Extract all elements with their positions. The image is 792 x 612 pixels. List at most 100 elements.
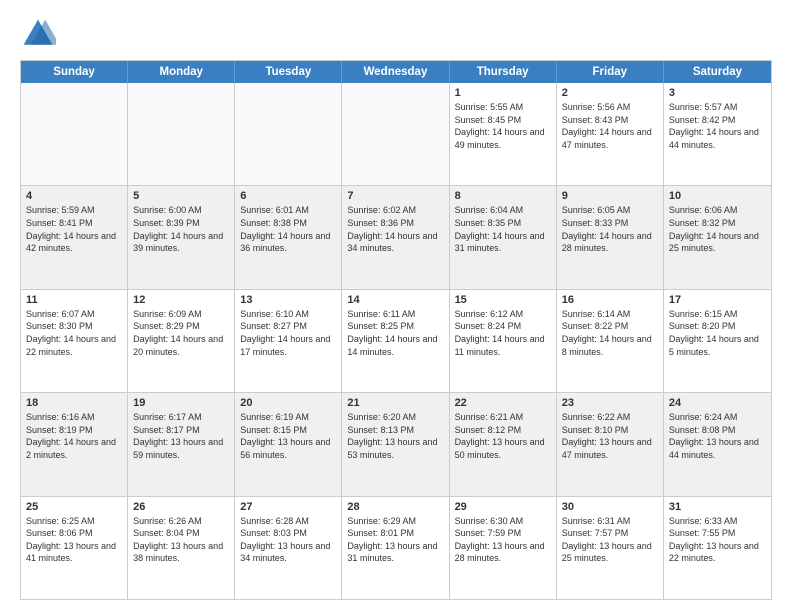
day-info: Sunrise: 6:02 AM Sunset: 8:36 PM Dayligh…: [347, 205, 437, 253]
calendar-cell: 18 Sunrise: 6:16 AM Sunset: 8:19 PM Dayli…: [21, 393, 128, 495]
header: [20, 16, 772, 52]
day-info: Sunrise: 6:25 AM Sunset: 8:06 PM Dayligh…: [26, 516, 116, 564]
day-number: 6: [240, 190, 336, 202]
day-number: 4: [26, 190, 122, 202]
calendar-cell: 7 Sunrise: 6:02 AM Sunset: 8:36 PM Daylig…: [342, 186, 449, 288]
calendar-cell: 13 Sunrise: 6:10 AM Sunset: 8:27 PM Dayli…: [235, 290, 342, 392]
day-info: Sunrise: 6:16 AM Sunset: 8:19 PM Dayligh…: [26, 412, 116, 460]
calendar-cell: 3 Sunrise: 5:57 AM Sunset: 8:42 PM Daylig…: [664, 83, 771, 185]
page: SundayMondayTuesdayWednesdayThursdayFrid…: [0, 0, 792, 612]
day-info: Sunrise: 6:00 AM Sunset: 8:39 PM Dayligh…: [133, 205, 223, 253]
calendar-cell: 30Sunrise: 6:31 AM Sunset: 7:57 PM Dayli…: [557, 497, 664, 599]
calendar-cell: 17 Sunrise: 6:15 AM Sunset: 8:20 PM Dayli…: [664, 290, 771, 392]
day-number: 15: [455, 294, 551, 306]
day-number: 27: [240, 501, 336, 513]
day-number: 7: [347, 190, 443, 202]
day-info: Sunrise: 6:20 AM Sunset: 8:13 PM Dayligh…: [347, 412, 437, 460]
calendar-row-0: 1Sunrise: 5:55 AM Sunset: 8:45 PM Daylig…: [21, 83, 771, 185]
day-info: Sunrise: 6:22 AM Sunset: 8:10 PM Dayligh…: [562, 412, 652, 460]
header-day-sunday: Sunday: [21, 61, 128, 83]
day-info: Sunrise: 6:06 AM Sunset: 8:32 PM Dayligh…: [669, 205, 759, 253]
calendar-row-4: 25 Sunrise: 6:25 AM Sunset: 8:06 PM Dayli…: [21, 496, 771, 599]
logo-icon: [20, 16, 56, 52]
day-number: 10: [669, 190, 766, 202]
day-info: Sunrise: 6:12 AM Sunset: 8:24 PM Dayligh…: [455, 309, 545, 357]
calendar-cell: 2 Sunrise: 5:56 AM Sunset: 8:43 PM Daylig…: [557, 83, 664, 185]
day-info: Sunrise: 5:56 AM Sunset: 8:43 PM Dayligh…: [562, 102, 652, 150]
day-info: Sunrise: 6:10 AM Sunset: 8:27 PM Dayligh…: [240, 309, 330, 357]
calendar-cell: 21 Sunrise: 6:20 AM Sunset: 8:13 PM Dayli…: [342, 393, 449, 495]
day-info: Sunrise: 6:15 AM Sunset: 8:20 PM Dayligh…: [669, 309, 759, 357]
day-number: 24: [669, 397, 766, 409]
day-number: 29: [455, 501, 551, 513]
calendar-cell: 28 Sunrise: 6:29 AM Sunset: 8:01 PM Dayli…: [342, 497, 449, 599]
calendar-cell: 1Sunrise: 5:55 AM Sunset: 8:45 PM Daylig…: [450, 83, 557, 185]
calendar-cell: 31 Sunrise: 6:33 AM Sunset: 7:55 PM Dayli…: [664, 497, 771, 599]
day-number: 16: [562, 294, 658, 306]
day-number: 2: [562, 87, 658, 99]
calendar-row-3: 18 Sunrise: 6:16 AM Sunset: 8:19 PM Dayli…: [21, 392, 771, 495]
calendar-cell: 6 Sunrise: 6:01 AM Sunset: 8:38 PM Daylig…: [235, 186, 342, 288]
day-info: Sunrise: 6:14 AM Sunset: 8:22 PM Dayligh…: [562, 309, 652, 357]
calendar-cell: 16 Sunrise: 6:14 AM Sunset: 8:22 PM Dayli…: [557, 290, 664, 392]
day-info: Sunrise: 5:57 AM Sunset: 8:42 PM Dayligh…: [669, 102, 759, 150]
calendar-cell: [21, 83, 128, 185]
calendar-cell: 15 Sunrise: 6:12 AM Sunset: 8:24 PM Dayli…: [450, 290, 557, 392]
calendar-cell: 29 Sunrise: 6:30 AM Sunset: 7:59 PM Dayli…: [450, 497, 557, 599]
day-number: 3: [669, 87, 766, 99]
calendar-cell: 19Sunrise: 6:17 AM Sunset: 8:17 PM Dayli…: [128, 393, 235, 495]
day-number: 14: [347, 294, 443, 306]
header-day-monday: Monday: [128, 61, 235, 83]
day-info: Sunrise: 6:04 AM Sunset: 8:35 PM Dayligh…: [455, 205, 545, 253]
day-info: Sunrise: 6:24 AM Sunset: 8:08 PM Dayligh…: [669, 412, 759, 460]
day-number: 31: [669, 501, 766, 513]
logo: [20, 16, 60, 52]
day-info: Sunrise: 6:19 AM Sunset: 8:15 PM Dayligh…: [240, 412, 330, 460]
day-info: Sunrise: 6:29 AM Sunset: 8:01 PM Dayligh…: [347, 516, 437, 564]
calendar-body: 1Sunrise: 5:55 AM Sunset: 8:45 PM Daylig…: [21, 83, 771, 599]
day-number: 21: [347, 397, 443, 409]
calendar: SundayMondayTuesdayWednesdayThursdayFrid…: [20, 60, 772, 600]
day-number: 23: [562, 397, 658, 409]
calendar-row-1: 4 Sunrise: 5:59 AM Sunset: 8:41 PM Daylig…: [21, 185, 771, 288]
day-number: 25: [26, 501, 122, 513]
day-info: Sunrise: 6:09 AM Sunset: 8:29 PM Dayligh…: [133, 309, 223, 357]
day-info: Sunrise: 6:30 AM Sunset: 7:59 PM Dayligh…: [455, 516, 545, 564]
day-number: 28: [347, 501, 443, 513]
day-number: 1: [455, 87, 551, 99]
day-info: Sunrise: 6:21 AM Sunset: 8:12 PM Dayligh…: [455, 412, 545, 460]
day-number: 30: [562, 501, 658, 513]
calendar-cell: 25 Sunrise: 6:25 AM Sunset: 8:06 PM Dayli…: [21, 497, 128, 599]
day-number: 8: [455, 190, 551, 202]
day-number: 12: [133, 294, 229, 306]
day-number: 11: [26, 294, 122, 306]
day-number: 18: [26, 397, 122, 409]
day-number: 5: [133, 190, 229, 202]
calendar-cell: 4 Sunrise: 5:59 AM Sunset: 8:41 PM Daylig…: [21, 186, 128, 288]
day-number: 19: [133, 397, 229, 409]
calendar-cell: 11 Sunrise: 6:07 AM Sunset: 8:30 PM Dayli…: [21, 290, 128, 392]
day-info: Sunrise: 6:05 AM Sunset: 8:33 PM Dayligh…: [562, 205, 652, 253]
calendar-cell: 23 Sunrise: 6:22 AM Sunset: 8:10 PM Dayli…: [557, 393, 664, 495]
day-info: Sunrise: 6:01 AM Sunset: 8:38 PM Dayligh…: [240, 205, 330, 253]
day-number: 13: [240, 294, 336, 306]
header-day-wednesday: Wednesday: [342, 61, 449, 83]
calendar-cell: 27 Sunrise: 6:28 AM Sunset: 8:03 PM Dayli…: [235, 497, 342, 599]
header-day-thursday: Thursday: [450, 61, 557, 83]
calendar-cell: 20Sunrise: 6:19 AM Sunset: 8:15 PM Dayli…: [235, 393, 342, 495]
day-info: Sunrise: 6:07 AM Sunset: 8:30 PM Dayligh…: [26, 309, 116, 357]
calendar-cell: [342, 83, 449, 185]
day-info: Sunrise: 6:33 AM Sunset: 7:55 PM Dayligh…: [669, 516, 759, 564]
header-day-saturday: Saturday: [664, 61, 771, 83]
header-day-tuesday: Tuesday: [235, 61, 342, 83]
calendar-row-2: 11 Sunrise: 6:07 AM Sunset: 8:30 PM Dayli…: [21, 289, 771, 392]
day-number: 17: [669, 294, 766, 306]
calendar-cell: [235, 83, 342, 185]
day-info: Sunrise: 5:59 AM Sunset: 8:41 PM Dayligh…: [26, 205, 116, 253]
day-info: Sunrise: 6:28 AM Sunset: 8:03 PM Dayligh…: [240, 516, 330, 564]
calendar-header: SundayMondayTuesdayWednesdayThursdayFrid…: [21, 61, 771, 83]
calendar-cell: 8 Sunrise: 6:04 AM Sunset: 8:35 PM Daylig…: [450, 186, 557, 288]
calendar-cell: 5 Sunrise: 6:00 AM Sunset: 8:39 PM Daylig…: [128, 186, 235, 288]
calendar-cell: 9Sunrise: 6:05 AM Sunset: 8:33 PM Daylig…: [557, 186, 664, 288]
calendar-cell: 12 Sunrise: 6:09 AM Sunset: 8:29 PM Dayli…: [128, 290, 235, 392]
